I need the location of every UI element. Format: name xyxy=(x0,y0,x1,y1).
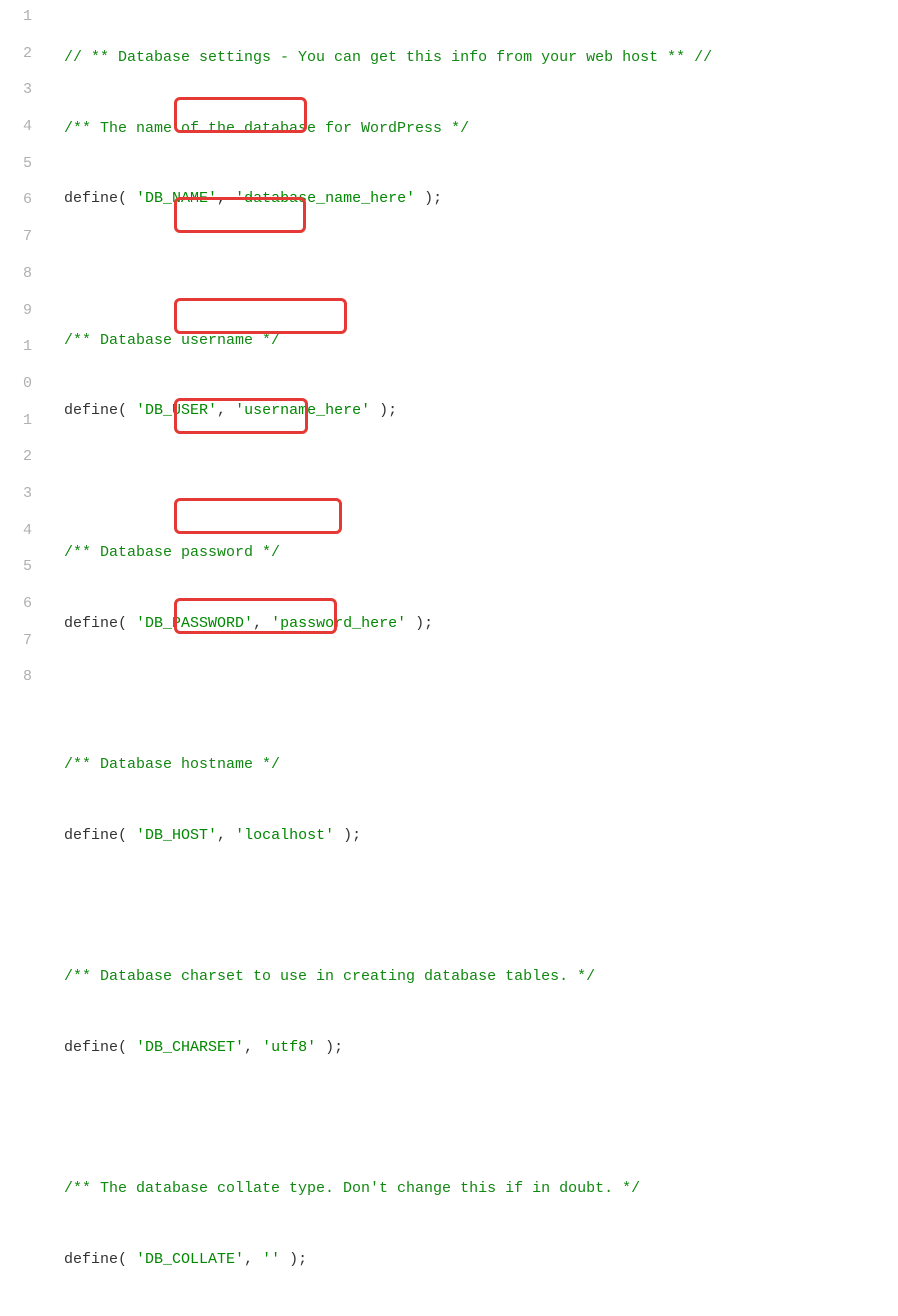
punct: , xyxy=(253,615,271,632)
punct: ( xyxy=(118,402,136,419)
line-number: 1 xyxy=(0,336,32,373)
punct: , xyxy=(217,402,235,419)
line-number: 6 xyxy=(0,189,32,226)
string-literal: 'DB_CHARSET' xyxy=(136,1039,244,1056)
string-literal: 'username_here' xyxy=(235,402,370,419)
punct: ); xyxy=(334,827,361,844)
line-number: 8 xyxy=(0,666,32,703)
code-line: define( 'DB_HOST', 'localhost' ); xyxy=(64,818,898,855)
line-number-gutter: 1 2 3 4 5 6 7 8 9 1 0 1 2 3 4 5 6 7 8 xyxy=(0,0,44,1316)
punct: ( xyxy=(118,827,136,844)
punct: ); xyxy=(316,1039,343,1056)
punct: , xyxy=(217,190,235,207)
line-number: 3 xyxy=(0,79,32,116)
punct: ); xyxy=(280,1251,307,1268)
comment: /** Database hostname */ xyxy=(64,756,280,773)
code-line: define( 'DB_CHARSET', 'utf8' ); xyxy=(64,1030,898,1067)
code-line: /** The name of the database for WordPre… xyxy=(64,111,898,148)
code-line xyxy=(64,252,898,289)
line-number: 2 xyxy=(0,446,32,483)
string-literal: 'DB_USER' xyxy=(136,402,217,419)
punct: , xyxy=(244,1039,262,1056)
code-line xyxy=(64,888,898,925)
line-number: 3 xyxy=(0,483,32,520)
code-line: define( 'DB_COLLATE', '' ); xyxy=(64,1242,898,1279)
line-number: 4 xyxy=(0,116,32,153)
string-literal: '' xyxy=(262,1251,280,1268)
code-line: define( 'DB_USER', 'username_here' ); xyxy=(64,393,898,430)
string-literal: 'DB_PASSWORD' xyxy=(136,615,253,632)
code-line: define( 'DB_PASSWORD', 'password_here' )… xyxy=(64,606,898,643)
code-line xyxy=(64,1100,898,1137)
string-literal: 'DB_COLLATE' xyxy=(136,1251,244,1268)
line-number: 9 xyxy=(0,300,32,337)
punct: ); xyxy=(415,190,442,207)
code-line: /** Database password */ xyxy=(64,535,898,572)
line-number: 6 xyxy=(0,593,32,630)
function-name: define xyxy=(64,190,118,207)
function-name: define xyxy=(64,615,118,632)
punct: ( xyxy=(118,1039,136,1056)
code-line: /** Database hostname */ xyxy=(64,747,898,784)
punct: , xyxy=(244,1251,262,1268)
punct: ); xyxy=(406,615,433,632)
code-content: // ** Database settings - You can get th… xyxy=(44,0,898,1316)
line-number: 2 xyxy=(0,43,32,80)
string-literal: 'localhost' xyxy=(235,827,334,844)
code-line: define( 'DB_NAME', 'database_name_here' … xyxy=(64,181,898,218)
string-literal: 'password_here' xyxy=(271,615,406,632)
code-line: /** The database collate type. Don't cha… xyxy=(64,1171,898,1208)
comment: /** Database charset to use in creating … xyxy=(64,968,595,985)
string-literal: 'database_name_here' xyxy=(235,190,415,207)
code-line xyxy=(64,1312,898,1316)
punct: ( xyxy=(118,615,136,632)
line-number: 1 xyxy=(0,6,32,43)
punct: , xyxy=(217,827,235,844)
comment: // ** Database settings - You can get th… xyxy=(64,49,712,66)
function-name: define xyxy=(64,827,118,844)
db-charset-highlight xyxy=(174,498,342,534)
line-number: 0 xyxy=(0,373,32,410)
line-number: 4 xyxy=(0,520,32,557)
line-number: 7 xyxy=(0,226,32,263)
code-line: /** Database username */ xyxy=(64,323,898,360)
code-line xyxy=(64,676,898,713)
code-line: /** Database charset to use in creating … xyxy=(64,959,898,996)
line-number: 5 xyxy=(0,153,32,190)
code-editor: 1 2 3 4 5 6 7 8 9 1 0 1 2 3 4 5 6 7 8 //… xyxy=(0,0,898,1316)
punct: ( xyxy=(118,1251,136,1268)
punct: ); xyxy=(370,402,397,419)
punct: ( xyxy=(118,190,136,207)
string-literal: 'DB_HOST' xyxy=(136,827,217,844)
function-name: define xyxy=(64,402,118,419)
code-line xyxy=(64,464,898,501)
comment: /** The database collate type. Don't cha… xyxy=(64,1180,640,1197)
code-line: // ** Database settings - You can get th… xyxy=(64,40,898,77)
line-number: 1 xyxy=(0,410,32,447)
string-literal: 'utf8' xyxy=(262,1039,316,1056)
comment: /** The name of the database for WordPre… xyxy=(64,120,469,137)
comment: /** Database username */ xyxy=(64,332,280,349)
function-name: define xyxy=(64,1039,118,1056)
line-number: 8 xyxy=(0,263,32,300)
string-literal: 'DB_NAME' xyxy=(136,190,217,207)
line-number: 5 xyxy=(0,556,32,593)
line-number: 7 xyxy=(0,630,32,667)
comment: /** Database password */ xyxy=(64,544,280,561)
function-name: define xyxy=(64,1251,118,1268)
